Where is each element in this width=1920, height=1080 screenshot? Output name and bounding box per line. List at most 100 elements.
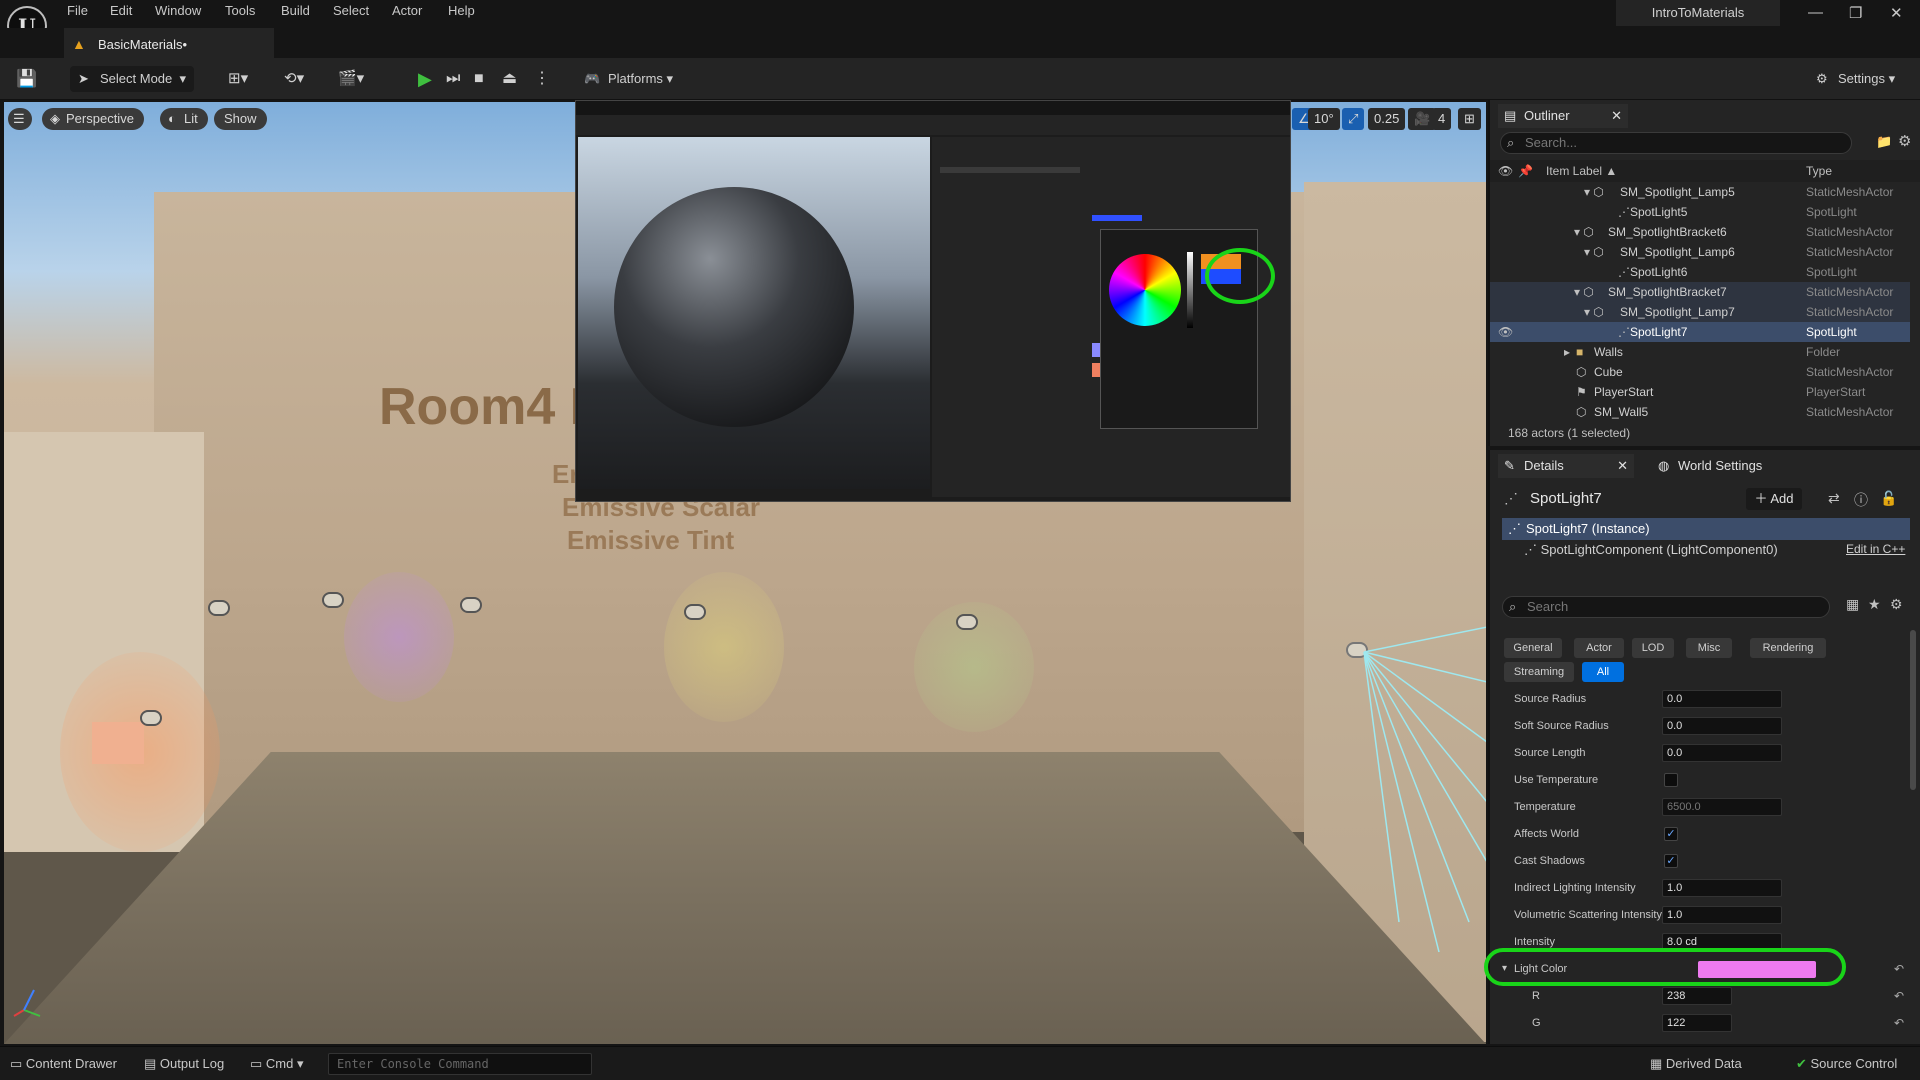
spotlight-lamp-5[interactable]: [956, 614, 978, 630]
spotlight-lamp-4[interactable]: [684, 604, 706, 620]
filter-all[interactable]: All: [1582, 662, 1624, 682]
reset-icon[interactable]: ↶: [1894, 985, 1904, 1007]
details-scrollbar[interactable]: [1910, 630, 1916, 790]
world-settings-tab[interactable]: ◍ World Settings: [1658, 454, 1788, 478]
angle-snap-value[interactable]: 10°: [1308, 108, 1340, 130]
source-radius-field[interactable]: 0.0: [1662, 690, 1782, 708]
perspective-button[interactable]: ◈ Perspective: [42, 108, 144, 130]
output-log-button[interactable]: ▤ Output Log: [144, 1056, 224, 1072]
content-drawer-button[interactable]: ▭ Content Drawer: [10, 1056, 117, 1072]
close-tab-icon[interactable]: ✕: [1617, 454, 1628, 478]
menu-help[interactable]: Help: [448, 3, 475, 18]
outliner-row[interactable]: ⬡ SM_Wall5 StaticMeshActor: [1490, 402, 1910, 422]
menu-tools[interactable]: Tools: [225, 3, 255, 18]
spotlight-lamp-6[interactable]: [140, 710, 162, 726]
spotlight-lamp-1[interactable]: [208, 600, 230, 616]
type-column-header[interactable]: Type: [1806, 160, 1832, 182]
add-folder-icon[interactable]: 📁: [1876, 134, 1892, 150]
console-command-input[interactable]: Enter Console Command: [328, 1053, 592, 1075]
blueprint-icon[interactable]: ⟲▾: [284, 66, 304, 92]
affects-world-checkbox[interactable]: ✓: [1664, 827, 1678, 841]
details-settings-icon[interactable]: ⚙: [1890, 596, 1903, 613]
volumetric-scattering-field[interactable]: 1.0: [1662, 906, 1782, 924]
outliner-row[interactable]: ▾ ⬡ SM_Spotlight_Lamp5 StaticMeshActor: [1490, 182, 1910, 202]
derived-data-button[interactable]: ▦ Derived Data: [1650, 1056, 1742, 1072]
edit-in-cpp-link[interactable]: Edit in C++: [1846, 542, 1905, 556]
reset-icon[interactable]: ↶: [1894, 958, 1904, 980]
item-label-column[interactable]: Item Label ▲: [1546, 160, 1617, 182]
actor-name[interactable]: SpotLight7: [1530, 490, 1602, 507]
filter-rendering[interactable]: Rendering: [1750, 638, 1826, 658]
blueprint-convert-icon[interactable]: ⇄: [1828, 490, 1840, 507]
outliner-row[interactable]: ⚑ PlayerStart PlayerStart: [1490, 382, 1910, 402]
source-length-field[interactable]: 0.0: [1662, 744, 1782, 762]
scale-snap-icon[interactable]: ⤢: [1342, 108, 1365, 130]
menu-file[interactable]: File: [67, 3, 88, 18]
spotlight-component-row[interactable]: ⋰ SpotLightComponent (LightComponent0): [1524, 542, 1778, 558]
menu-build[interactable]: Build: [281, 3, 310, 18]
filter-lod[interactable]: LOD: [1632, 638, 1674, 658]
lock-icon[interactable]: 🔓: [1880, 490, 1897, 507]
color-r-field[interactable]: 238: [1662, 987, 1732, 1005]
outliner-row[interactable]: ▾ ⬡ SM_SpotlightBracket7 StaticMeshActor: [1490, 282, 1910, 302]
help-icon[interactable]: ⓘ: [1854, 490, 1868, 510]
save-icon[interactable]: 💾: [16, 66, 37, 92]
details-tab[interactable]: ✎ Details ✕: [1498, 454, 1634, 478]
outliner-search-input[interactable]: ⌕ Search...: [1500, 132, 1852, 154]
outliner-row[interactable]: ▾ ⬡ SM_Spotlight_Lamp7 StaticMeshActor: [1490, 302, 1910, 322]
outliner-row[interactable]: ▸ ■ Walls Folder: [1490, 342, 1910, 362]
outliner-row[interactable]: ⋰ SpotLight6 SpotLight: [1490, 262, 1910, 282]
spotlight-lamp-2[interactable]: [322, 592, 344, 608]
play-icon[interactable]: ▶: [418, 66, 432, 92]
lit-button[interactable]: ◐ Lit: [160, 108, 208, 130]
close-icon[interactable]: ✕: [1890, 4, 1903, 22]
outliner-row[interactable]: ⋰ SpotLight5 SpotLight: [1490, 202, 1910, 222]
reset-icon[interactable]: ↶: [1894, 1012, 1904, 1034]
filter-misc[interactable]: Misc: [1686, 638, 1732, 658]
indirect-lighting-field[interactable]: 1.0: [1662, 879, 1782, 897]
step-icon[interactable]: ⏭: [446, 66, 460, 92]
show-button[interactable]: Show: [214, 108, 267, 130]
stop-icon[interactable]: ■: [474, 66, 484, 92]
outliner-row-selected[interactable]: 👁 ⋰ SpotLight7 SpotLight: [1490, 322, 1910, 342]
filter-actor[interactable]: Actor: [1574, 638, 1624, 658]
menu-select[interactable]: Select: [333, 3, 369, 18]
hamburger-menu-icon[interactable]: ☰: [8, 108, 32, 130]
maximize-viewport-icon[interactable]: ⊞: [1458, 108, 1481, 130]
menu-edit[interactable]: Edit: [110, 3, 132, 18]
cube-mesh[interactable]: [92, 722, 144, 764]
settings-dropdown[interactable]: ⚙ Settings ▾: [1812, 66, 1912, 92]
outliner-row[interactable]: ▾ ⬡ SM_SpotlightBracket6 StaticMeshActor: [1490, 222, 1910, 242]
platforms-dropdown[interactable]: 🎮 Platforms ▾: [580, 66, 690, 92]
maximize-icon[interactable]: ❐: [1849, 4, 1862, 22]
scale-snap-value[interactable]: 0.25: [1368, 108, 1406, 130]
filter-streaming[interactable]: Streaming: [1504, 662, 1574, 682]
table-view-icon[interactable]: ▦: [1846, 596, 1859, 613]
add-component-button[interactable]: ＋ Add: [1746, 488, 1802, 510]
menu-window[interactable]: Window: [155, 3, 201, 18]
eject-icon[interactable]: ⏏: [502, 66, 517, 92]
outliner-row[interactable]: ⬡ Cube StaticMeshActor: [1490, 362, 1910, 382]
outliner-row[interactable]: ▾ ⬡ SM_Spotlight_Lamp6 StaticMeshActor: [1490, 242, 1910, 262]
soft-source-radius-field[interactable]: 0.0: [1662, 717, 1782, 735]
outliner-settings-icon[interactable]: ⚙: [1898, 132, 1911, 150]
pin-column-icon[interactable]: 📌: [1518, 160, 1533, 182]
filter-general[interactable]: General: [1504, 638, 1562, 658]
visibility-column-icon[interactable]: 👁: [1498, 160, 1513, 182]
spotlight-lamp-3[interactable]: [460, 597, 482, 613]
level-tab[interactable]: ▲ BasicMaterials•: [64, 28, 274, 58]
use-temperature-checkbox[interactable]: [1664, 773, 1678, 787]
add-actor-icon[interactable]: ⊞▾: [228, 66, 248, 92]
camera-speed-value[interactable]: 4: [1432, 108, 1452, 130]
select-mode-dropdown[interactable]: ➤ Select Mode ▾: [70, 66, 194, 92]
minimize-icon[interactable]: —: [1808, 4, 1823, 21]
cast-shadows-checkbox[interactable]: ✓: [1664, 854, 1678, 868]
menu-actor[interactable]: Actor: [392, 3, 422, 18]
instance-component-row[interactable]: ⋰ SpotLight7 (Instance): [1502, 518, 1910, 540]
cinematics-icon[interactable]: 🎬▾: [338, 66, 364, 92]
more-options-icon[interactable]: ⋮: [534, 66, 550, 92]
eye-icon[interactable]: 👁: [1498, 322, 1513, 342]
outliner-tab[interactable]: ▤ Outliner ✕: [1498, 104, 1628, 128]
temperature-field[interactable]: 6500.0: [1662, 798, 1782, 816]
details-search-input[interactable]: ⌕ Search: [1502, 596, 1830, 618]
